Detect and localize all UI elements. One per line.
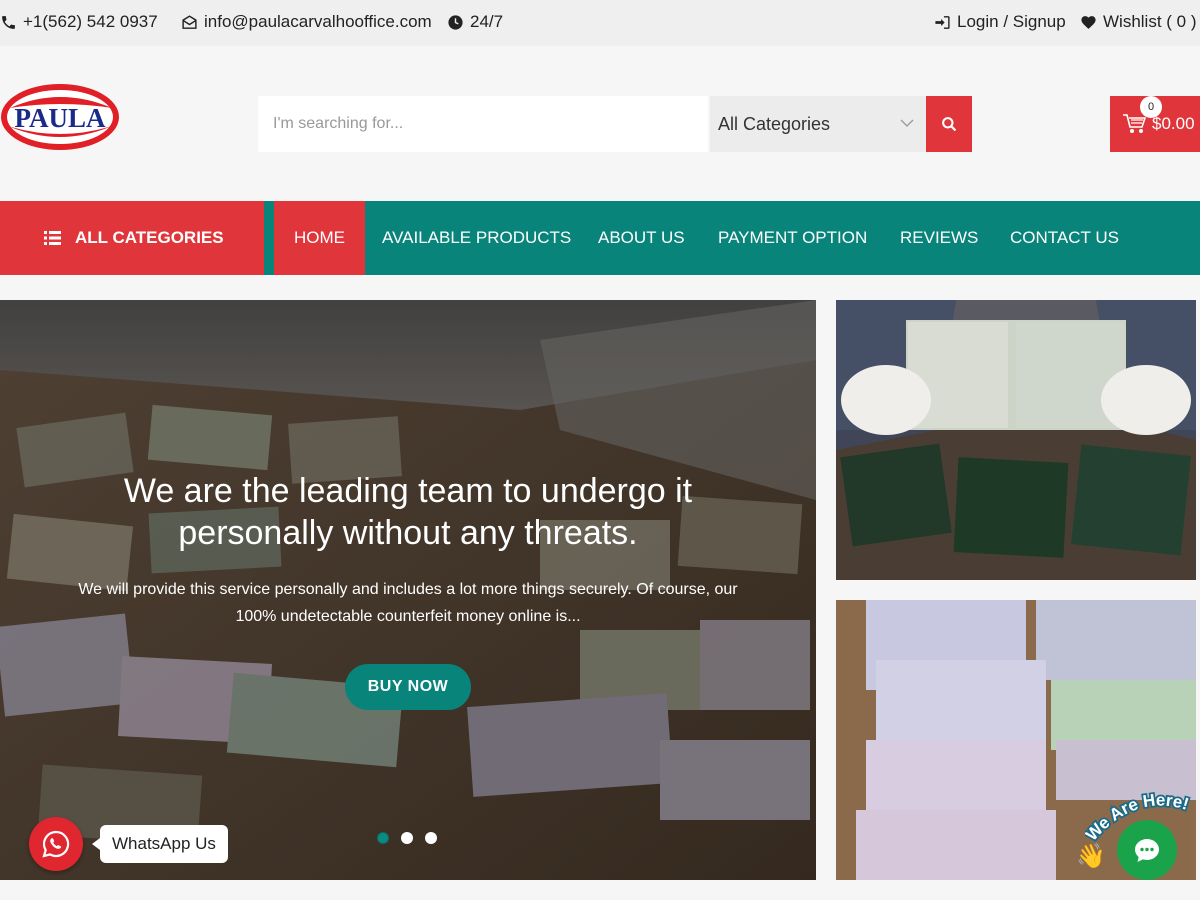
nav-about-us[interactable]: ABOUT US [598, 201, 685, 275]
shopping-cart-icon [1123, 114, 1146, 133]
hero-title: We are the leading team to undergo it pe… [123, 472, 693, 552]
all-categories-label: ALL CATEGORIES [75, 228, 224, 247]
slider-dot-3[interactable] [425, 832, 437, 844]
search-input[interactable]: I'm searching for... [258, 96, 708, 152]
nav-available-products[interactable]: AVAILABLE PRODUCTS [382, 201, 571, 275]
sign-in-icon [935, 15, 950, 29]
slider-dot-2[interactable] [401, 832, 413, 844]
svg-text:PAULA: PAULA [15, 103, 106, 133]
envelope-open-icon [182, 14, 197, 29]
slider-dot-1[interactable] [377, 832, 389, 844]
login-signup-link[interactable]: Login / Signup [934, 12, 1066, 32]
clock-icon [448, 14, 463, 30]
phone-icon [2, 15, 15, 29]
cart-button[interactable]: $0.00 0 [1110, 96, 1200, 152]
phone-number: +1(562) 542 0937 [23, 12, 158, 31]
nav-payment-option[interactable]: PAYMENT OPTION [718, 201, 867, 275]
login-label: Login / Signup [957, 12, 1066, 31]
list-icon [44, 231, 61, 245]
wishlist-link[interactable]: Wishlist ( 0 ) [1080, 12, 1197, 32]
hours-info: 24/7 [447, 12, 503, 32]
whatsapp-label[interactable]: WhatsApp Us [92, 825, 228, 863]
site-header: PAULA I'm searching for... All Categorie… [0, 46, 1200, 201]
main-navigation: ALL CATEGORIES HOME AVAILABLE PRODUCTS A… [0, 201, 1200, 275]
passport-banner[interactable] [836, 300, 1196, 580]
hero-subtitle: We will provide this service personally … [78, 581, 738, 625]
passport-image [836, 300, 1196, 580]
whatsapp-button[interactable] [29, 817, 83, 871]
whatsapp-icon [42, 830, 70, 858]
live-chat-button[interactable] [1117, 820, 1177, 880]
email-address: info@paulacarvalhooffice.com [204, 12, 432, 31]
search-button[interactable] [926, 96, 972, 152]
hero-slider[interactable]: We are the leading team to undergo it pe… [0, 300, 816, 880]
waving-hand-icon: 👋 [1076, 843, 1106, 870]
hours-text: 24/7 [470, 12, 504, 31]
chevron-down-icon [900, 119, 914, 127]
wishlist-label: Wishlist ( 0 ) [1103, 12, 1197, 31]
cart-count-badge: 0 [1140, 96, 1162, 118]
chat-bubble-icon [1135, 839, 1159, 862]
top-bar: +1(562) 542 0937 info@paulacarvalhooffic… [0, 0, 1200, 46]
nav-contact-us[interactable]: CONTACT US [1010, 201, 1119, 275]
heart-icon [1081, 15, 1096, 29]
all-categories-button[interactable]: ALL CATEGORIES [0, 201, 264, 275]
search-icon [941, 116, 956, 131]
cart-total: $0.00 [1152, 114, 1195, 133]
slider-dots [377, 832, 437, 844]
nav-reviews[interactable]: REVIEWS [900, 201, 978, 275]
nav-home[interactable]: HOME [274, 201, 365, 275]
buy-now-button[interactable]: BUY NOW [345, 664, 471, 710]
category-selected: All Categories [718, 113, 831, 134]
email-contact[interactable]: info@paulacarvalhooffice.com [181, 12, 432, 32]
phone-contact[interactable]: +1(562) 542 0937 [0, 12, 158, 32]
paula-logo[interactable]: PAULA [0, 82, 122, 152]
category-select[interactable]: All Categories [710, 96, 926, 152]
